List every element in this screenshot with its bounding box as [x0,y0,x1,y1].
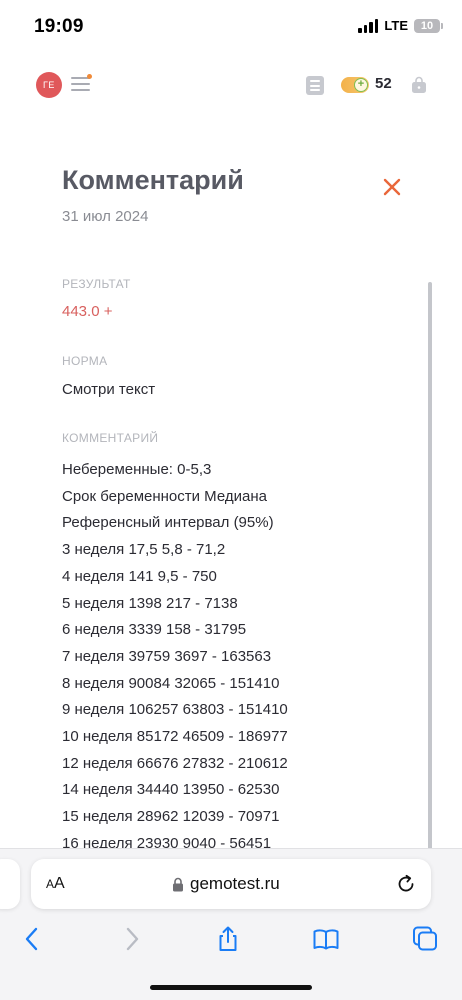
comment-line: 7 неделя 39759 3697 - 163563 [62,647,272,665]
comment-line: 12 неделя 66676 27832 - 210612 [62,754,288,772]
battery-icon: 10 [414,18,443,33]
browser-bottom-bar: AA gemotest.ru [0,848,462,1000]
comment-line: Срок беременности Медиана [62,487,267,505]
share-icon[interactable] [214,925,242,953]
status-indicators: LTE 10 [358,18,443,33]
result-label: РЕЗУЛЬТАТ [62,277,131,291]
page-title: Комментарий [62,165,244,195]
browser-toolbar [0,921,462,957]
list-icon[interactable] [306,76,324,95]
comment-line: 8 неделя 90084 32065 - 151410 [62,674,280,692]
comment-date: 31 июл 2024 [62,208,149,225]
comment-line: Небеременные: 0-5,3 [62,461,212,478]
comment-line: 3 неделя 17,5 5,8 - 71,2 [62,541,226,559]
cellular-signal-icon [358,18,379,33]
status-bar: 19:09 LTE 10 [0,0,462,56]
lock-icon [173,877,183,891]
forward-icon[interactable] [118,925,146,953]
coin-count: 52 [375,75,392,92]
comment-line: 6 неделя 3339 158 - 31795 [62,621,247,639]
comment-line: 14 неделя 34440 13950 - 62530 [62,781,280,799]
previous-tab-preview[interactable] [0,859,20,909]
url-display[interactable]: gemotest.ru [172,874,280,894]
notification-dot [87,74,92,79]
url-text: gemotest.ru [190,874,280,893]
back-icon[interactable] [18,925,46,953]
address-bar[interactable]: AA gemotest.ru [31,859,431,909]
battery-level: 10 [420,19,434,32]
scrollbar[interactable] [428,282,432,850]
reload-icon[interactable] [395,873,417,895]
shopping-bag-icon[interactable] [411,76,427,94]
comment-text: Небеременные: 0-5,3 Срок беременности Ме… [62,457,422,858]
reader-options-button[interactable]: AA [46,875,65,893]
app-header: ГЕ + 52 [0,66,462,106]
comment-line: 4 неделя 141 9,5 - 750 [62,567,217,585]
comment-line: 5 неделя 1398 217 - 7138 [62,594,238,612]
tabs-icon[interactable] [411,925,439,953]
comment-label: КОММЕНТАРИЙ [62,431,159,445]
network-type: LTE [384,18,408,33]
status-time: 19:09 [34,16,84,37]
coin-add-icon: + [354,78,368,92]
comment-line: 10 неделя 85172 46509 - 186977 [62,728,288,746]
norm-value: Смотри текст [62,381,156,398]
comment-line: Референсный интервал (95%) [62,514,274,532]
result-value: 443.0 + [62,303,113,320]
norm-label: НОРМА [62,354,108,368]
home-indicator [150,985,312,990]
avatar[interactable]: ГЕ [36,72,62,98]
comment-line: 9 неделя 106257 63803 - 151410 [62,701,288,719]
menu-icon[interactable] [71,77,90,93]
comment-line: 15 неделя 28962 12039 - 70971 [62,808,280,826]
coin-balance-pill[interactable]: + [341,77,369,93]
close-x-icon[interactable] [379,174,405,200]
bookmarks-icon[interactable] [312,925,340,953]
